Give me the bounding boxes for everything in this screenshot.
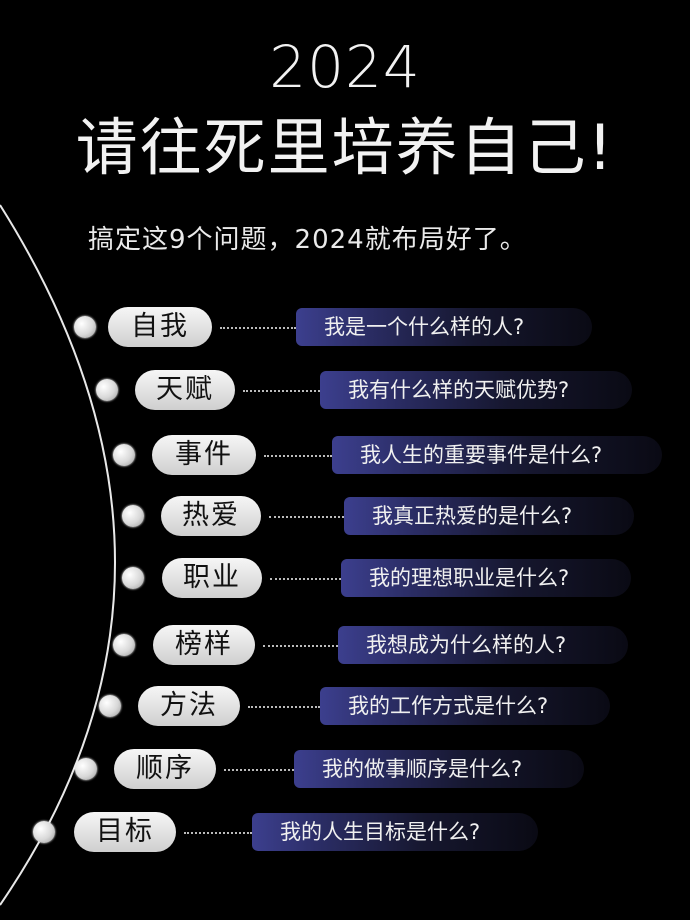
item-question: 我的做事顺序是什么? (294, 750, 584, 788)
list-item: 榜样 我想成为什么样的人? (0, 620, 690, 670)
item-label: 事件 (152, 435, 256, 475)
dotted-connector (248, 706, 320, 708)
dotted-connector (263, 645, 338, 647)
list-item: 自我 我是一个什么样的人? (0, 302, 690, 352)
dotted-connector (220, 327, 296, 329)
item-question: 我的工作方式是什么? (320, 687, 610, 725)
item-label: 顺序 (114, 749, 216, 789)
list-item: 目标 我的人生目标是什么? (0, 807, 690, 857)
item-question: 我真正热爱的是什么? (344, 497, 634, 535)
list-item: 事件 我人生的重要事件是什么? (0, 430, 690, 480)
timeline-dot (74, 316, 96, 338)
item-label: 自我 (108, 307, 212, 347)
timeline-dot (75, 758, 97, 780)
list-item: 天赋 我有什么样的天赋优势? (0, 365, 690, 415)
item-label: 榜样 (153, 625, 255, 665)
item-label: 天赋 (135, 370, 235, 410)
item-question: 我的人生目标是什么? (252, 813, 538, 851)
item-label: 职业 (162, 558, 262, 598)
item-label: 热爱 (161, 496, 261, 536)
list-item: 顺序 我的做事顺序是什么? (0, 744, 690, 794)
dotted-connector (270, 578, 341, 580)
item-question: 我有什么样的天赋优势? (320, 371, 632, 409)
item-question: 我想成为什么样的人? (338, 626, 628, 664)
timeline-dot (113, 444, 135, 466)
timeline-dot (122, 505, 144, 527)
timeline-dot (96, 379, 118, 401)
timeline-dot (33, 821, 55, 843)
dotted-connector (264, 455, 332, 457)
item-question: 我的理想职业是什么? (341, 559, 631, 597)
item-label: 目标 (74, 812, 176, 852)
item-question: 我人生的重要事件是什么? (332, 436, 662, 474)
timeline-dot (122, 567, 144, 589)
dotted-connector (243, 390, 320, 392)
timeline-dot (113, 634, 135, 656)
dotted-connector (184, 832, 252, 834)
item-label: 方法 (138, 686, 240, 726)
dotted-connector (224, 769, 294, 771)
item-question: 我是一个什么样的人? (296, 308, 592, 346)
list-item: 职业 我的理想职业是什么? (0, 553, 690, 603)
dotted-connector (269, 516, 344, 518)
list-item: 热爱 我真正热爱的是什么? (0, 491, 690, 541)
list-item: 方法 我的工作方式是什么? (0, 681, 690, 731)
timeline-dot (99, 695, 121, 717)
